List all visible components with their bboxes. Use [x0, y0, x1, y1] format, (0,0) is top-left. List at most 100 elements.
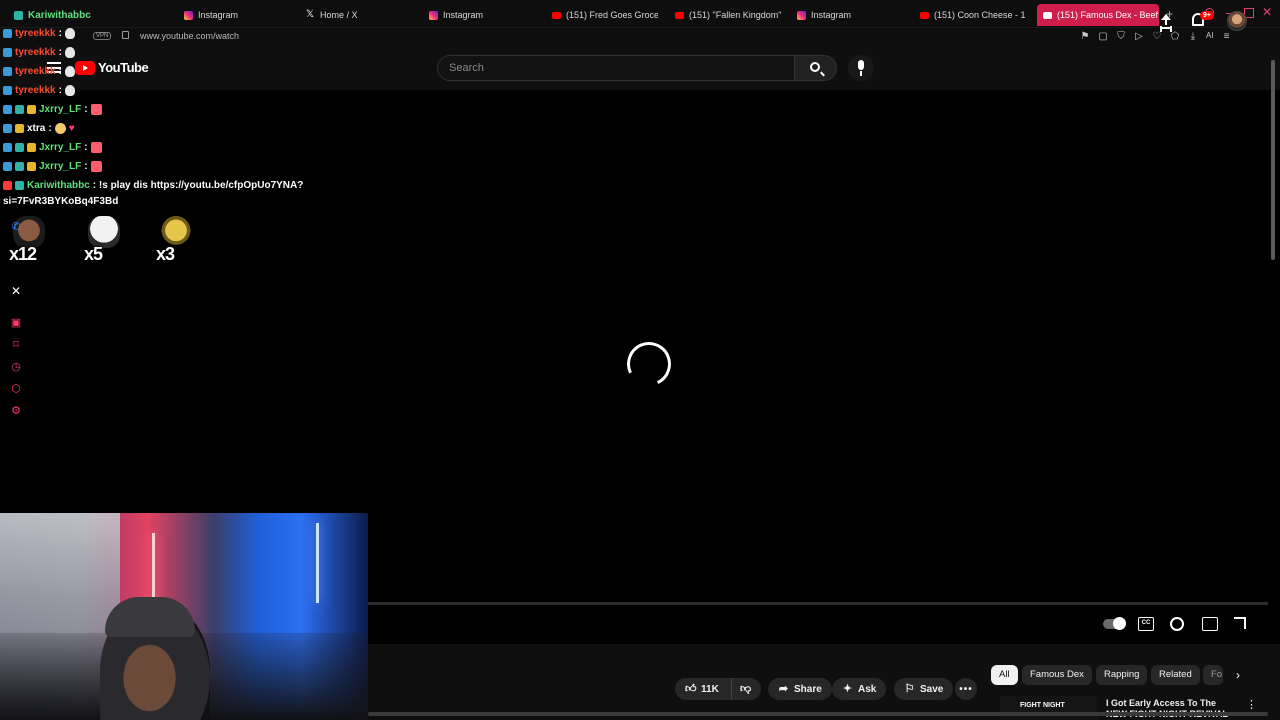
like-count: 11K	[701, 683, 719, 695]
tab-instagram-3[interactable]: Instagram	[797, 6, 907, 24]
tab-label: (151) "Fallen Kingdom" -	[689, 10, 781, 20]
tab-coon-cheese[interactable]: (151) Coon Cheese - 188	[920, 6, 1026, 24]
red-emote-icon	[90, 141, 102, 153]
tab-fallen-kingdom[interactable]: (151) "Fallen Kingdom" -	[675, 6, 781, 24]
chat-badge-icon	[3, 123, 12, 133]
history-clock-icon[interactable]: ◷	[10, 361, 22, 373]
ask-button[interactable]: ✦ Ask	[832, 678, 887, 700]
url-field[interactable]: www.youtube.com/watch	[140, 31, 239, 41]
chip-related[interactable]: Related	[1151, 665, 1200, 685]
red-emote-icon	[90, 160, 102, 172]
upload-icon[interactable]	[1160, 14, 1172, 28]
settings-gear-icon[interactable]: ⚙	[10, 405, 22, 417]
tab-label: (151) Coon Cheese - 188	[934, 10, 1026, 20]
tab-label: (151) Fred Goes Grocery	[566, 10, 658, 20]
messenger-icon[interactable]: ✆	[10, 221, 22, 233]
chat-username: tyreekkk	[15, 46, 56, 58]
streamer-webcam	[0, 513, 368, 720]
chat-text: : !s play dis https://youtu.be/cfpOpUo7Y…	[92, 179, 304, 191]
recommended-video-thumbnail[interactable]: FIGHT NIGHT	[1000, 696, 1098, 720]
tab-instagram-2[interactable]: Instagram	[429, 6, 539, 24]
chat-username: tyreekkk	[15, 65, 56, 77]
heart-icon[interactable]: ♡	[1152, 31, 1162, 42]
horizontal-scrollbar[interactable]	[368, 712, 1268, 716]
save-button[interactable]: ⚐ Save	[894, 678, 954, 700]
tab-famous-dex-active[interactable]: (151) Famous Dex - Beef O	[1037, 4, 1159, 26]
tab-twitch-chat[interactable]: Kariwithabbc	[14, 6, 110, 24]
play-icon[interactable]: ▷	[1134, 31, 1144, 42]
chat-message: tyreekkk :	[3, 83, 75, 97]
chat-message: Kariwithabbc : !s play dis https://youtu…	[3, 178, 303, 192]
dislike-button[interactable]: 👎︎	[731, 678, 761, 700]
search-input[interactable]: Search	[437, 55, 795, 81]
emote-combo: x3	[152, 214, 200, 266]
chevron-right-icon[interactable]: ›	[1236, 669, 1248, 681]
more-vertical-icon[interactable]: ⋮	[1246, 698, 1257, 711]
recommended-video-title[interactable]: I Got Early Access To The NEW FIGHT NIGH…	[1106, 698, 1238, 720]
chat-badge-icon	[3, 142, 12, 152]
more-actions-button[interactable]: •••	[955, 678, 977, 700]
share-button[interactable]: ➦ Share	[768, 678, 832, 700]
lock-icon[interactable]	[122, 31, 129, 39]
skull-emote-icon	[64, 84, 75, 96]
x-logo-icon[interactable]: ✕	[10, 285, 22, 297]
chip-rapping[interactable]: Rapping	[1096, 665, 1148, 685]
chip-famous-dex[interactable]: Famous Dex	[1022, 665, 1092, 685]
instagram-icon	[429, 10, 438, 20]
chat-message: Jxrry_LF :	[3, 102, 102, 116]
extensions-icon[interactable]: ⬠	[1170, 31, 1180, 42]
tab-label: (151) Famous Dex - Beef O	[1057, 10, 1159, 20]
theater-mode-button[interactable]	[1202, 617, 1218, 631]
skull-emote-icon	[64, 46, 75, 58]
autoplay-toggle[interactable]	[1103, 617, 1126, 630]
youtube-play-logo-icon	[75, 60, 95, 75]
search-button[interactable]	[795, 55, 837, 81]
close-window-button[interactable]: ✕	[1262, 5, 1272, 19]
address-bar: VPN www.youtube.com/watch ⚑ ▢ ⛉ ▷ ♡ ⬠ ⤓ …	[0, 28, 1280, 46]
chat-badge-icon	[3, 28, 12, 38]
fullscreen-button[interactable]	[1234, 617, 1246, 629]
menu-icon[interactable]: ≡	[1222, 31, 1232, 42]
emote-count: x5	[84, 244, 103, 264]
chat-badge-icon	[3, 47, 12, 57]
shield-icon[interactable]: ⛉	[1116, 31, 1126, 42]
ai-button[interactable]: AI	[1206, 31, 1214, 42]
heart-emote-icon: ♥	[68, 122, 75, 134]
chat-message: xtra : ♥	[3, 121, 75, 135]
tab-home-x[interactable]: 𝕏 Home / X	[306, 6, 416, 24]
tab-label: Instagram	[198, 10, 239, 20]
captions-button[interactable]: CC	[1138, 617, 1154, 631]
snapshot-icon[interactable]: ▢	[1098, 31, 1108, 42]
youtube-icon	[920, 11, 929, 19]
youtube-icon	[1043, 11, 1052, 19]
chat-text: :	[84, 103, 88, 115]
tab-fred-goes-grocery[interactable]: (151) Fred Goes Grocery	[552, 6, 658, 24]
vpn-badge[interactable]: VPN	[93, 32, 112, 40]
sparkle-icon: ✦	[842, 682, 853, 695]
account-avatar[interactable]	[1227, 11, 1247, 31]
chat-text: :	[58, 46, 62, 58]
download-icon[interactable]: ⤓	[1188, 31, 1198, 42]
chat-text: :	[58, 65, 62, 77]
video-progress-bar[interactable]	[368, 602, 1268, 605]
thumbs-down-icon: 👎︎	[740, 682, 752, 695]
tab-instagram-1[interactable]: Instagram	[184, 6, 294, 24]
like-button[interactable]: 👍︎ 11K	[675, 678, 731, 700]
tab-label: Instagram	[811, 10, 852, 20]
youtube-logo[interactable]: YouTube	[75, 60, 149, 75]
chip-truncated[interactable]: Fo	[1203, 665, 1223, 685]
save-label: Save	[920, 683, 944, 695]
skull-emote-icon	[64, 27, 75, 39]
sidebar-app-icon[interactable]: ▣	[10, 317, 22, 329]
page-scrollbar[interactable]	[1271, 60, 1275, 260]
extensions-icon[interactable]: ⬡	[10, 383, 22, 395]
pin-icon[interactable]: ⌑	[10, 339, 22, 351]
chat-text: :	[58, 27, 62, 39]
voice-search-button[interactable]	[848, 55, 874, 81]
chat-username: tyreekkk	[15, 27, 56, 39]
chat-text: :	[84, 141, 88, 153]
chip-all[interactable]: All	[991, 665, 1018, 685]
bookmark-icon[interactable]: ⚑	[1080, 31, 1090, 42]
settings-gear-icon[interactable]	[1170, 617, 1184, 631]
instagram-icon	[184, 10, 193, 20]
